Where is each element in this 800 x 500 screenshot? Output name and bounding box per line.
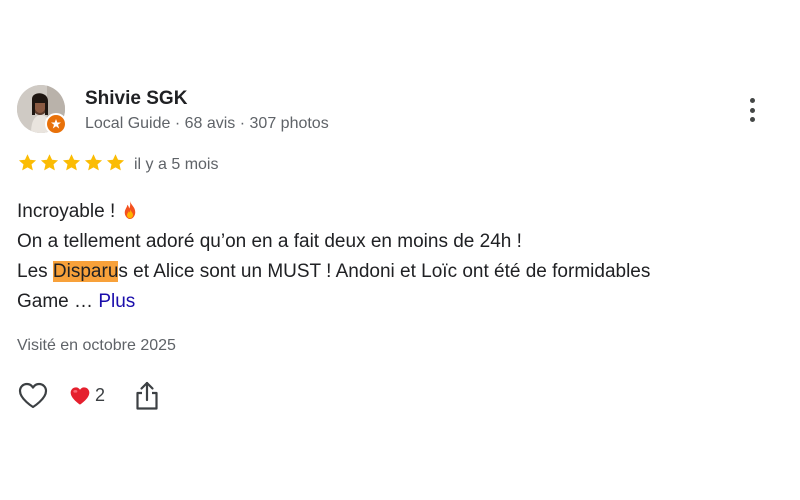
search-highlight: Disparu — [52, 261, 119, 282]
visit-date: Visité en octobre 2025 — [17, 337, 176, 354]
avatar[interactable] — [17, 85, 67, 135]
review-text-line1: Incroyable ! — [17, 201, 121, 222]
more-options-button[interactable] — [740, 95, 764, 125]
share-icon — [136, 381, 158, 410]
star-rating — [17, 152, 126, 173]
review-text-line3-before: Les — [17, 261, 53, 282]
star-icon — [106, 154, 125, 171]
reaction-summary[interactable]: 2 — [69, 385, 105, 406]
red-heart-icon — [70, 386, 90, 405]
review-card: Shivie SGK Local Guide · 68 avis · 307 p… — [0, 0, 800, 500]
share-button[interactable] — [134, 380, 160, 412]
author-meta[interactable]: Local Guide · 68 avis · 307 photos — [85, 115, 329, 133]
review-text: Incroyable ! On a tellement adoré qu’on … — [17, 197, 777, 317]
more-vert-dot — [749, 117, 755, 122]
review-date: il y a 5 mois — [134, 156, 219, 173]
review-text-line4: Game … — [17, 291, 99, 312]
fire-icon — [124, 201, 135, 219]
star-icon — [40, 154, 59, 171]
more-vert-icon — [749, 98, 755, 103]
author-name[interactable]: Shivie SGK — [85, 88, 187, 110]
star-icon — [84, 154, 103, 171]
review-text-line2: On a tellement adoré qu’on en a fait deu… — [17, 231, 522, 252]
review-line: Game … Plus — [17, 287, 777, 317]
star-icon — [18, 154, 37, 171]
heart-outline-icon — [18, 382, 48, 409]
like-button[interactable] — [17, 380, 49, 412]
local-guide-star-icon — [45, 113, 67, 135]
review-text-line3-after: s et Alice sont un MUST ! Andoni et Loïc… — [118, 261, 651, 282]
more-link[interactable]: Plus — [98, 291, 135, 312]
star-icon — [62, 154, 81, 171]
more-vert-dot — [749, 107, 755, 113]
reaction-count: 2 — [95, 385, 106, 405]
review-line: Incroyable ! — [17, 197, 777, 227]
review-line: Les Disparus et Alice sont un MUST ! And… — [17, 257, 777, 287]
